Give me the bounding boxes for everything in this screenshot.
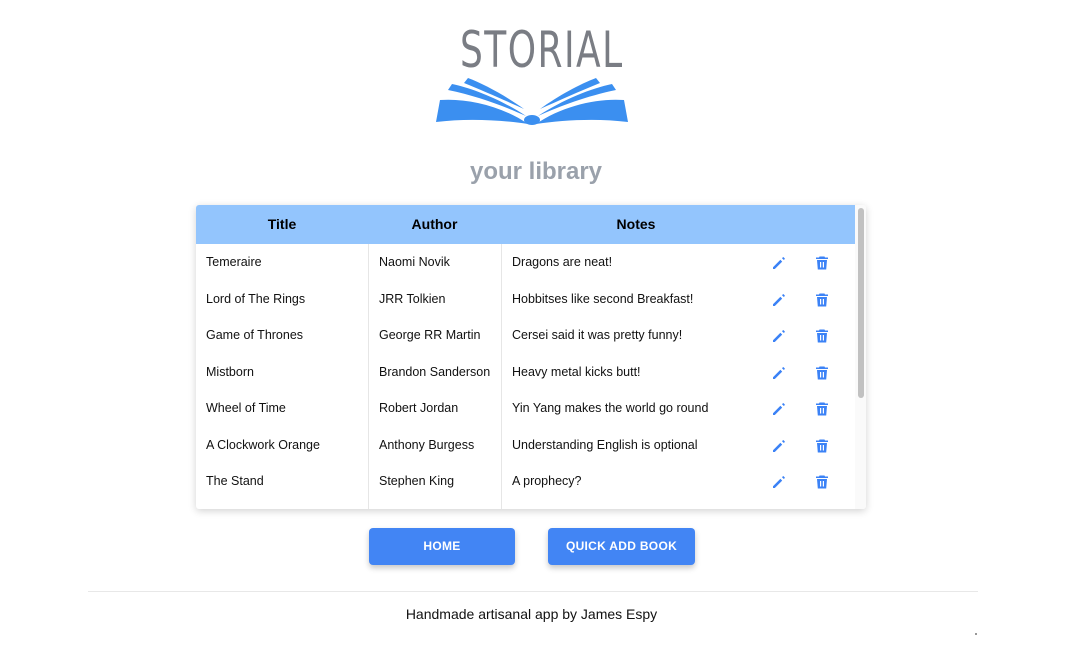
book-author: Robert Jordan (379, 401, 459, 415)
table-row: Mistborn Brandon Sanderson Heavy metal kic… (196, 354, 855, 391)
footer-divider (88, 591, 978, 592)
column-header-title: Title (267, 216, 297, 232)
book-author: George RR Martin (379, 328, 481, 342)
book-author: Anthony Burgess (379, 437, 475, 452)
pencil-icon[interactable] (771, 474, 787, 490)
book-notes: Heavy metal kicks butt! (512, 364, 641, 379)
book-title: Game of Thrones (206, 328, 304, 342)
book-notes: A prophecy? (512, 474, 582, 488)
trash-icon[interactable] (814, 292, 830, 308)
table-header: Title Author Notes (196, 205, 855, 244)
logo-text: STORIAL (460, 21, 624, 79)
quick-add-book-button[interactable]: QUICK ADD BOOK (548, 528, 695, 565)
book-notes: Cersei said it was pretty funny! (512, 328, 683, 342)
pencil-icon[interactable] (771, 401, 787, 417)
pencil-icon[interactable] (771, 255, 787, 271)
book-title: Lord of The Rings (206, 291, 306, 306)
trash-icon[interactable] (814, 255, 830, 271)
table-body: Temeraire Naomi Novik Dragons are neat! Lor… (196, 244, 855, 500)
book-author: Stephen King (379, 474, 455, 488)
book-title: Mistborn (206, 364, 254, 379)
table-row: Lord of The Rings JRR Tolkien Hobbitses li… (196, 281, 855, 318)
book-author: Naomi Novik (379, 255, 450, 269)
pencil-icon[interactable] (771, 365, 787, 381)
trash-icon[interactable] (814, 401, 830, 417)
storial-logo: STORIAL (432, 22, 632, 128)
table-row: Temeraire Naomi Novik Dragons are neat! (196, 244, 855, 281)
table-scrollbar[interactable] (855, 205, 866, 509)
book-notes: Hobbitses like second Breakfast! (512, 291, 694, 306)
open-book-icon (436, 78, 628, 125)
library-table: Title Author Notes Temeraire Naomi Novik D… (196, 205, 866, 509)
table-row: A Clockwork Orange Anthony Burgess Underst… (196, 427, 855, 464)
column-header-notes: Notes (616, 216, 656, 232)
book-title: Temeraire (206, 255, 262, 269)
trash-icon[interactable] (814, 438, 830, 454)
pencil-icon[interactable] (771, 292, 787, 308)
footer-credit: Handmade artisanal app by James Espy (405, 606, 658, 622)
book-author: JRR Tolkien (379, 291, 446, 306)
book-title: A Clockwork Orange (206, 437, 320, 452)
table-row: The Stand Stephen King A prophecy? (196, 463, 855, 500)
book-author: Brandon Sanderson (379, 364, 491, 379)
book-notes: Dragons are neat! (512, 255, 613, 269)
page-title: your library (469, 158, 603, 185)
pencil-icon[interactable] (771, 438, 787, 454)
book-notes: Yin Yang makes the world go round (512, 401, 709, 415)
home-button[interactable]: HOME (369, 528, 515, 565)
book-title: Wheel of Time (206, 401, 286, 415)
book-notes: Understanding English is optional (512, 437, 698, 452)
trash-icon[interactable] (814, 365, 830, 381)
book-title: The Stand (206, 474, 264, 488)
trash-icon[interactable] (814, 474, 830, 490)
scrollbar-thumb[interactable] (858, 208, 864, 398)
column-header-author: Author (411, 216, 458, 232)
trash-icon[interactable] (814, 328, 830, 344)
pencil-icon[interactable] (771, 328, 787, 344)
table-row: Game of Thrones George RR Martin Cersei sa… (196, 317, 855, 354)
table-row: Wheel of Time Robert Jordan Yin Yang makes… (196, 390, 855, 427)
decorative-dot (975, 633, 977, 635)
